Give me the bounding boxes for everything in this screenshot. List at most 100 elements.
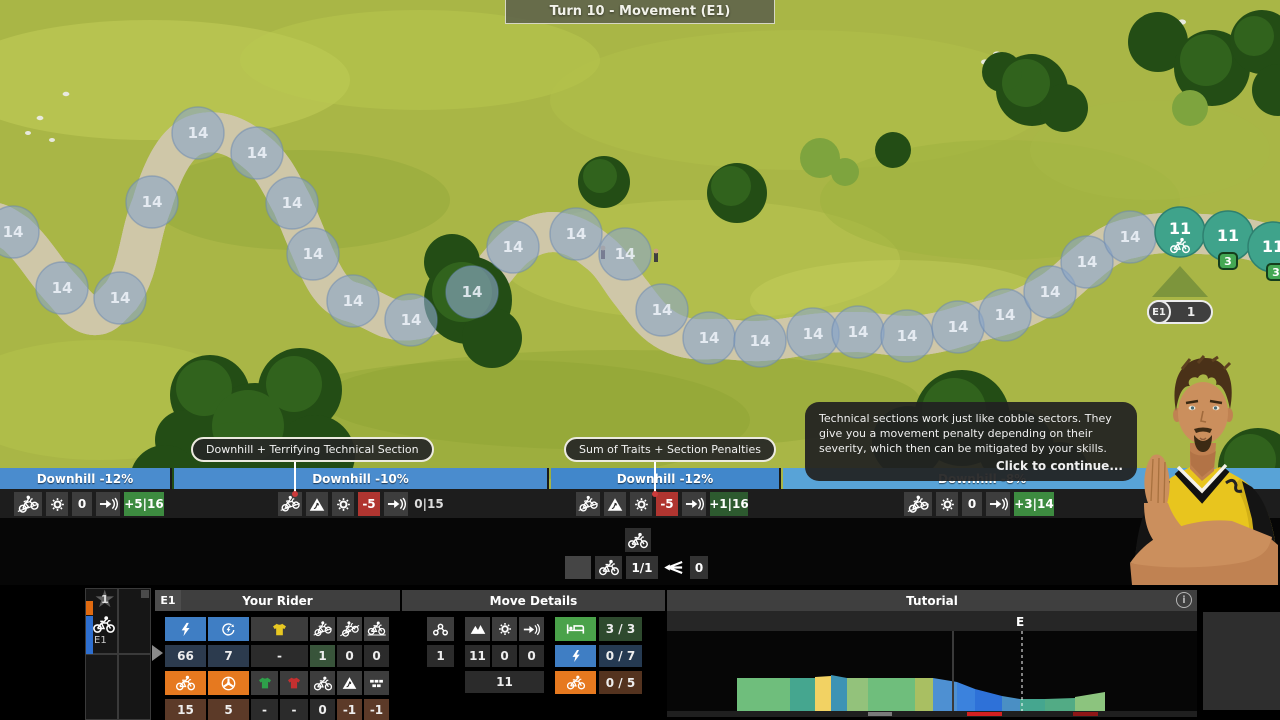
green-jersey-value: - — [251, 699, 278, 720]
energy-icon — [165, 617, 206, 641]
section-result-value: +1|16 — [710, 492, 748, 516]
tutorial-title: Tutorial — [906, 594, 958, 608]
finish-marker-label: E — [1016, 615, 1024, 629]
route-space-label: 14 — [503, 238, 524, 256]
section-3-traits: -5 +1|16 — [576, 492, 748, 516]
move-details-title: Move Details — [490, 594, 578, 608]
section-penalty-value: -5 — [656, 492, 678, 516]
active-rider-icon-box — [625, 528, 651, 552]
section-result-value: +5|16 — [124, 492, 164, 516]
gear-icon — [492, 617, 517, 641]
turn-banner-label: Turn 10 - Movement (E1) — [550, 4, 731, 19]
section-penalty-value: -5 — [358, 492, 380, 516]
gear-value: 0 — [492, 645, 517, 667]
section-bar-2[interactable]: Downhill -10% — [174, 468, 549, 489]
callout-connector-line — [654, 461, 656, 494]
elevation-segment — [737, 678, 790, 711]
info-icon[interactable]: i — [1176, 592, 1192, 608]
section-penalty-value: 0 — [962, 492, 982, 516]
your-rider-panel: E1 Your Rider 66 7 - 1 0 — [155, 590, 400, 720]
sector-marker-strip — [667, 711, 1197, 717]
sector-marker — [868, 712, 892, 716]
route-space-label: 14 — [282, 194, 303, 212]
route-space-label: 14 — [750, 332, 771, 350]
elevation-segment — [868, 678, 915, 711]
route-space-label: 14 — [1120, 228, 1141, 246]
cell-corner-mark — [141, 590, 149, 598]
elevation-segment — [915, 678, 933, 711]
callout-technical-section: Downhill + Terrifying Technical Section — [191, 437, 434, 462]
bottom-hud: ★ 1 E1 E1 Your Rider — [0, 585, 1280, 720]
draft-counter: 0 — [690, 556, 708, 579]
bonus-badge-label: 3 — [1272, 266, 1280, 279]
section-bar-1[interactable]: Downhill -12% — [0, 468, 172, 489]
route-space-label: 14 — [1040, 283, 1061, 301]
turn-order-cell-empty[interactable] — [118, 654, 151, 720]
route-space-label: 14 — [188, 124, 209, 142]
downhill-bike-icon — [576, 492, 600, 516]
technical-skill-value: -1 — [337, 699, 362, 720]
callout-sum-penalties: Sum of Traits + Section Penalties — [564, 437, 776, 462]
section-bar-3[interactable]: Downhill -12% — [551, 468, 781, 489]
flat-skill-value: 0 — [364, 645, 389, 667]
tutorial-popup[interactable]: Technical sections work just like cobble… — [805, 402, 1137, 481]
sprint-icon — [165, 671, 206, 695]
wheel-value: 5 — [208, 699, 249, 720]
turn-order-cell-active[interactable]: ★ 1 E1 — [85, 588, 118, 654]
move-details-header: Move Details — [402, 590, 665, 611]
sector-marker — [1073, 712, 1098, 716]
tutorial-popup-cta[interactable]: Click to continue... — [819, 458, 1123, 475]
turn-order-cell-empty[interactable] — [118, 588, 151, 654]
movement-arrow-icon — [986, 492, 1010, 516]
right-side-panel — [1203, 612, 1280, 710]
technical-skill-icon — [337, 671, 362, 695]
gear-icon — [630, 492, 652, 516]
draft-icon — [662, 559, 684, 580]
energy-counter: 0 / 7 — [599, 645, 642, 667]
red-jersey-icon — [280, 671, 308, 695]
cobbles-skill-value: -1 — [364, 699, 389, 720]
cobbles-skill-icon — [364, 671, 389, 695]
move-slot-empty[interactable] — [565, 556, 591, 579]
recovery-value: 7 — [208, 645, 249, 667]
route-spaces-value: 1 — [427, 645, 454, 667]
route-space-label: 14 — [803, 325, 824, 343]
tutorial-header: Tutorial i — [667, 590, 1197, 611]
yellow-jersey-value: - — [251, 645, 308, 667]
recovery-icon — [208, 617, 249, 641]
section-4-traits: 0 +3|14 — [904, 492, 1054, 516]
terrain-value: 11 — [465, 645, 490, 667]
downhill-bike-icon — [278, 492, 302, 516]
draft-counter-value: 0 — [695, 561, 703, 575]
route-space-label: 14 — [401, 311, 422, 329]
terrain-icon — [465, 617, 490, 641]
rider-id-label: E1 — [94, 635, 107, 646]
climb-skill-icon — [337, 617, 362, 641]
route-space-label: 14 — [566, 225, 587, 243]
route-space-label: 14 — [247, 144, 268, 162]
route-spaces-icon — [427, 617, 454, 641]
elevation-segment — [831, 675, 847, 711]
yellow-jersey-icon — [251, 617, 308, 641]
energy-icon — [555, 645, 596, 667]
move-details-panel: Move Details 1 11 0 0 11 3 / 3 0 / 7 0 /… — [402, 590, 665, 720]
rider-stack-pill[interactable]: E1 1 — [1147, 300, 1213, 324]
route-space-label: 14 — [615, 245, 636, 263]
route-space-label: 14 — [848, 323, 869, 341]
bike-icon — [627, 532, 649, 549]
section-penalty-value: 0 — [72, 492, 92, 516]
route-space-label: 14 — [652, 301, 673, 319]
turn-banner: Turn 10 - Movement (E1) — [505, 0, 775, 24]
turn-order-cell-empty[interactable] — [85, 654, 118, 720]
sprint-value: 15 — [165, 699, 206, 720]
section-result-value: +3|14 — [1014, 492, 1054, 516]
move-slot-bike[interactable] — [595, 556, 622, 579]
downhill-bike-icon — [14, 492, 42, 516]
sprint-counter: 0 / 5 — [599, 671, 642, 694]
rider-stack-count: 1 — [1171, 305, 1211, 319]
technical-section-icon — [604, 492, 626, 516]
callout-connector-line — [294, 461, 296, 494]
callout-connector-dot — [652, 491, 658, 497]
stage-marker-strip: E — [667, 611, 1197, 631]
wheel-icon — [208, 671, 249, 695]
